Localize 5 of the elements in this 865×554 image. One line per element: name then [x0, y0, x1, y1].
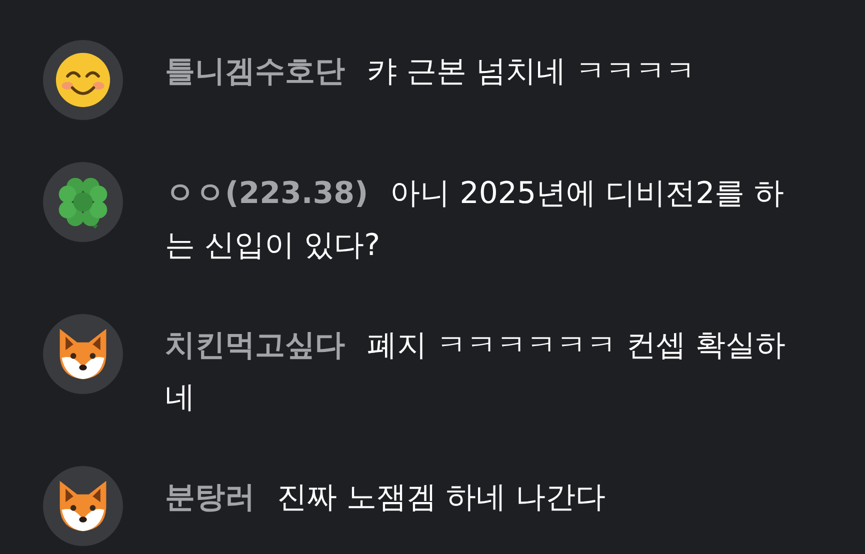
chat-message: 분탕러 진짜 노잼겜 하네 나간다 — [165, 479, 607, 517]
chat-message: 틀니겜수호단 캬 근본 넘치네 ㅋㅋㅋㅋ — [165, 53, 697, 91]
chat-message: 치킨먹고싶다 폐지 ㅋㅋㅋㅋㅋㅋ 컨셉 확실하네 — [165, 327, 787, 417]
chat-message: ㅇㅇ(223.38) 아니 2025년에 디비전2를 하는 신입이 있다? — [165, 175, 786, 265]
smiley-face-icon — [54, 51, 112, 109]
